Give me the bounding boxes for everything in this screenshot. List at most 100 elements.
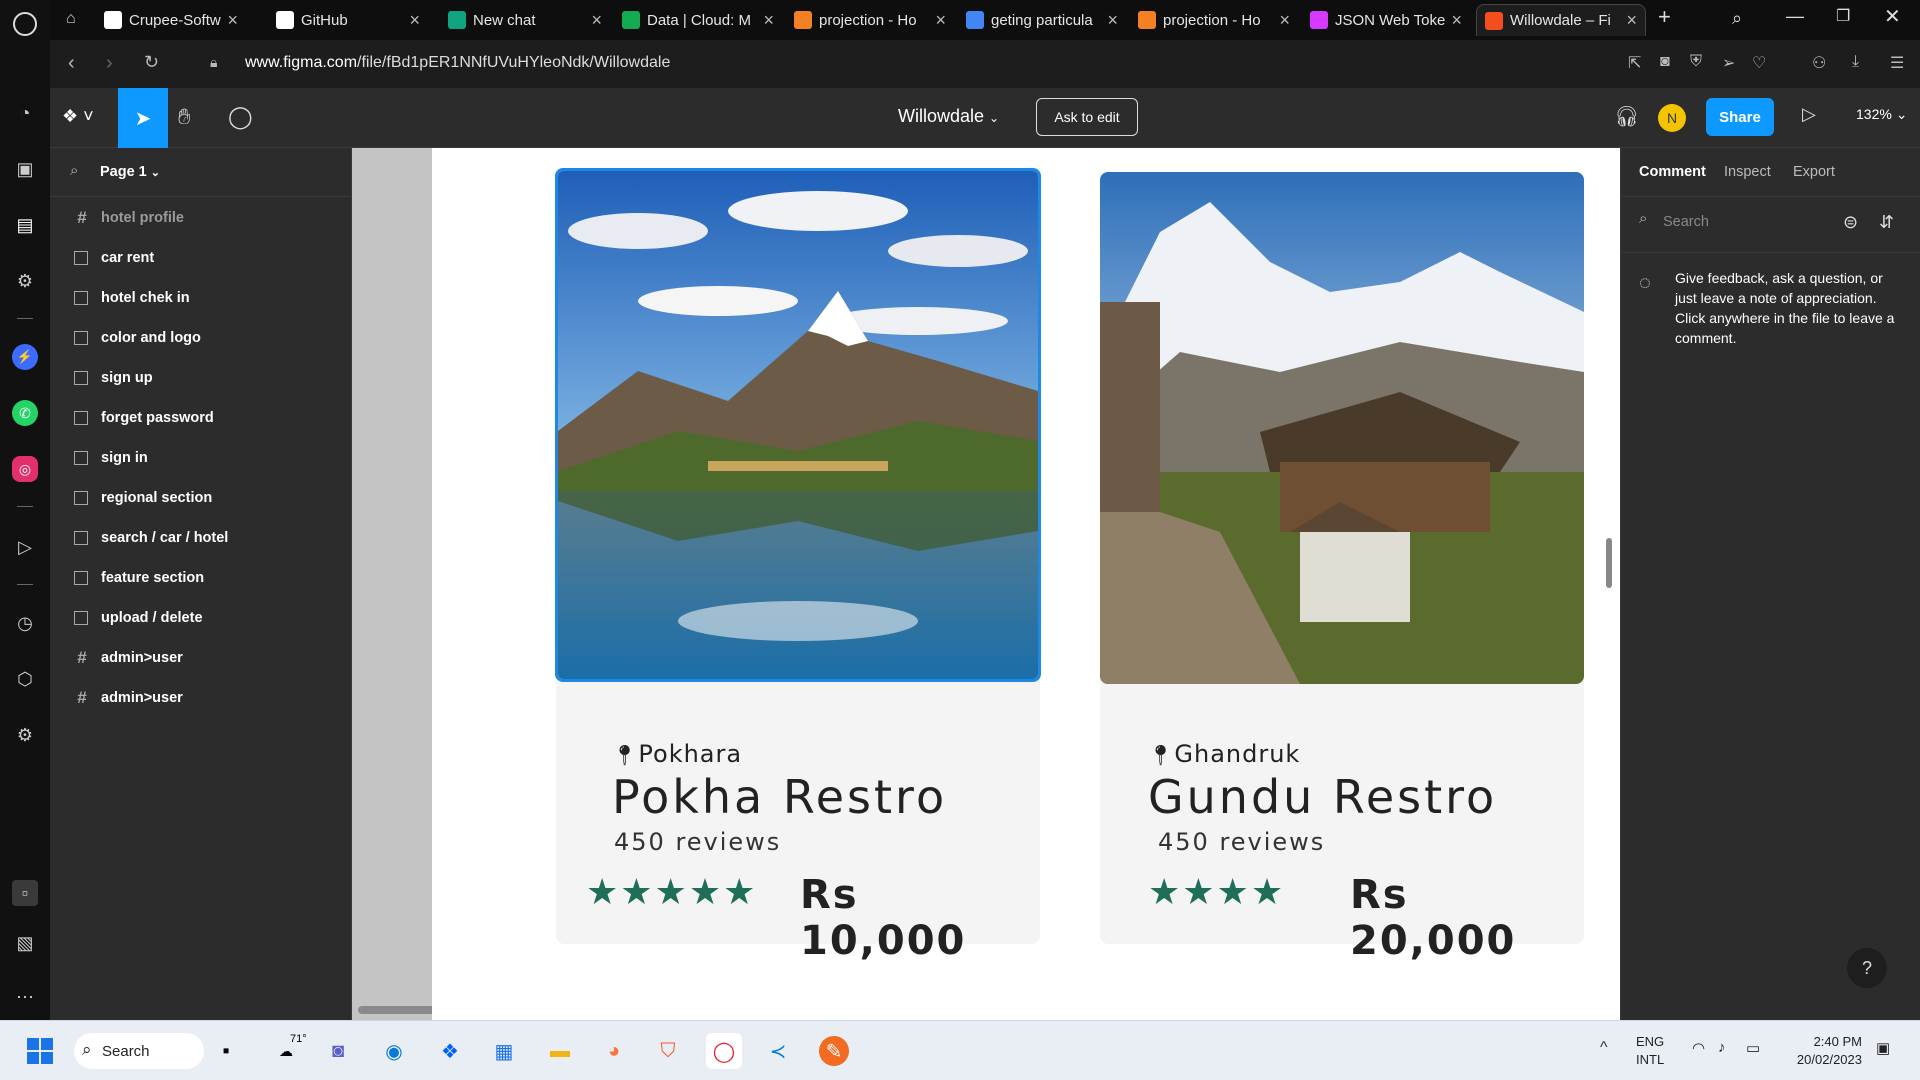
hotel-card-2[interactable]: 📍︎Ghandruk Gundu Restro 450 reviews ★★★★… bbox=[1100, 172, 1584, 964]
edge-icon[interactable]: ◉ bbox=[376, 1033, 412, 1069]
history-icon[interactable]: ◷ bbox=[12, 610, 38, 636]
comment-search-input[interactable]: Search bbox=[1663, 214, 1709, 230]
browser-tab[interactable]: projection - Ho × bbox=[1130, 4, 1298, 36]
tab-menu-icon[interactable]: ⌂ bbox=[66, 10, 76, 28]
wifi-icon[interactable]: ◠ bbox=[1692, 1039, 1705, 1057]
layer-item[interactable]: forget password bbox=[50, 398, 350, 438]
extensions-icon[interactable]: ⬡ bbox=[12, 666, 38, 692]
browser-tab[interactable]: geting particula × bbox=[958, 4, 1126, 36]
ask-to-edit-button[interactable]: Ask to edit bbox=[1036, 98, 1138, 136]
twitch-icon[interactable]: ▤ bbox=[12, 212, 38, 238]
figma-menu-icon[interactable]: ❖ ˅ bbox=[62, 106, 94, 127]
tab-close-icon[interactable]: × bbox=[1626, 10, 1637, 31]
browser-tab[interactable]: Data | Cloud: M × bbox=[614, 4, 782, 36]
avatar[interactable]: N bbox=[1658, 104, 1686, 132]
present-icon[interactable]: ▷ bbox=[1802, 104, 1816, 125]
tab-close-icon[interactable]: × bbox=[1451, 10, 1462, 31]
firefox-icon[interactable]: ◕ bbox=[596, 1033, 632, 1069]
settings-sliders-icon[interactable]: ⇵ bbox=[1879, 212, 1894, 233]
profile-icon[interactable]: ⚇ bbox=[1812, 53, 1826, 73]
pinned-app-icon[interactable]: ▫ bbox=[12, 880, 38, 906]
url-field[interactable]: www.figma.com/file/fBd1pER1NNfUVuHYleoNd… bbox=[245, 54, 670, 72]
comment-tool-icon[interactable]: ◯ bbox=[228, 104, 253, 130]
layer-item[interactable]: feature section bbox=[50, 558, 350, 598]
search-tabs-icon[interactable]: ⌕ bbox=[1732, 8, 1742, 29]
tab-comment[interactable]: Comment bbox=[1639, 164, 1706, 180]
reload-icon[interactable]: ↻ bbox=[144, 52, 159, 73]
layer-item[interactable]: sign in bbox=[50, 438, 350, 478]
language-indicator[interactable]: ENG INTL bbox=[1636, 1033, 1664, 1069]
store-icon[interactable]: ▦ bbox=[486, 1033, 522, 1069]
vertical-scrollbar[interactable] bbox=[1606, 538, 1612, 588]
share-button[interactable]: Share bbox=[1706, 98, 1774, 136]
settings-icon[interactable]: ⚙ bbox=[12, 722, 38, 748]
headphones-icon[interactable]: 🎧︎ bbox=[1614, 104, 1639, 129]
file-explorer-icon[interactable]: ▬ bbox=[542, 1033, 578, 1069]
tab-close-icon[interactable]: × bbox=[591, 10, 602, 31]
tab-close-icon[interactable]: × bbox=[935, 10, 946, 31]
canvas-background[interactable] bbox=[352, 148, 432, 1020]
tab-export[interactable]: Export bbox=[1793, 164, 1835, 180]
messenger-icon[interactable]: ⚡ bbox=[12, 344, 38, 370]
whatsapp-icon[interactable]: ✆ bbox=[12, 400, 38, 426]
page-selector[interactable]: Page 1 ⌄ bbox=[100, 164, 160, 180]
open-app-icon[interactable]: ⇱ bbox=[1628, 53, 1641, 73]
filter-icon[interactable]: ⊜ bbox=[1843, 212, 1858, 233]
browser-tab[interactable]: Willowdale – Fi × bbox=[1476, 4, 1646, 36]
ai-icon[interactable]: ⚙ bbox=[12, 268, 38, 294]
weather-widget[interactable]: ☁ 71° bbox=[268, 1033, 307, 1069]
layer-item[interactable]: color and logo bbox=[50, 318, 350, 358]
tab-close-icon[interactable]: × bbox=[763, 10, 774, 31]
design-canvas[interactable]: 📍︎Pokhara Pokha Restro 450 reviews ★★★★★… bbox=[432, 148, 1620, 1020]
task-view-icon[interactable]: ▪ bbox=[208, 1033, 244, 1069]
browser-tab[interactable]: JSON Web Toke × bbox=[1302, 4, 1470, 36]
camera-icon[interactable]: ◙ bbox=[1660, 53, 1670, 71]
move-tool-icon[interactable]: ➤ bbox=[118, 88, 168, 148]
workspace-icon[interactable]: ▣ bbox=[12, 156, 38, 182]
notification-icon[interactable]: ▣ bbox=[1876, 1039, 1890, 1057]
layer-item[interactable]: # admin>user bbox=[50, 678, 350, 718]
help-button[interactable]: ? bbox=[1847, 948, 1887, 988]
layer-item[interactable]: regional section bbox=[50, 478, 350, 518]
layer-item[interactable]: search / car / hotel bbox=[50, 518, 350, 558]
battery-icon[interactable]: ▭ bbox=[1746, 1039, 1760, 1057]
restore-icon[interactable]: ❐ bbox=[1836, 6, 1850, 26]
tab-close-icon[interactable]: × bbox=[409, 10, 420, 31]
browser-tab[interactable]: projection - Ho × bbox=[786, 4, 954, 36]
close-window-icon[interactable]: ✕ bbox=[1884, 4, 1901, 29]
minimize-icon[interactable]: — bbox=[1786, 6, 1804, 27]
clock[interactable]: 2:40 PM 20/02/2023 bbox=[1782, 1033, 1862, 1069]
horizontal-scrollbar[interactable] bbox=[358, 1006, 436, 1014]
browser-tab[interactable]: Crupee-Softwar × bbox=[96, 4, 246, 36]
new-tab-button[interactable]: + bbox=[1658, 4, 1671, 30]
tab-close-icon[interactable]: × bbox=[1279, 10, 1290, 31]
snapshot-icon[interactable]: ▧ bbox=[12, 930, 38, 956]
player-icon[interactable]: ▷ bbox=[12, 534, 38, 560]
speed-dial-icon[interactable]: ◔ bbox=[12, 100, 38, 126]
dropbox-icon[interactable]: ❖ bbox=[432, 1033, 468, 1069]
opera-logo-icon[interactable] bbox=[13, 12, 37, 36]
browser-tab[interactable]: New chat × bbox=[440, 4, 610, 36]
layer-item[interactable]: upload / delete bbox=[50, 598, 350, 638]
back-icon[interactable]: ‹ bbox=[68, 52, 75, 75]
teams-chat-icon[interactable]: ◙ bbox=[320, 1033, 356, 1069]
layer-item[interactable]: car rent bbox=[50, 238, 350, 278]
instagram-icon[interactable]: ◎ bbox=[12, 456, 38, 482]
layer-item[interactable]: # hotel profile bbox=[50, 198, 350, 238]
chevron-up-icon[interactable]: ^ bbox=[1600, 1039, 1608, 1057]
opera-icon[interactable]: ◯ bbox=[706, 1033, 742, 1069]
layer-item[interactable]: # admin>user bbox=[50, 638, 350, 678]
shield-icon[interactable]: ⛨ bbox=[1690, 53, 1702, 71]
ghandruk-village-photo[interactable] bbox=[1100, 172, 1584, 684]
file-name[interactable]: Willowdale ⌄ bbox=[898, 106, 999, 127]
taskbar-search[interactable]: ⌕ Search bbox=[74, 1033, 204, 1069]
send-icon[interactable]: ➢ bbox=[1722, 53, 1735, 73]
more-icon[interactable]: ⋯ bbox=[12, 984, 38, 1010]
tab-close-icon[interactable]: × bbox=[1107, 10, 1118, 31]
brave-icon[interactable]: ⛉ bbox=[650, 1033, 686, 1069]
pokhara-lake-photo[interactable] bbox=[555, 168, 1041, 682]
volume-icon[interactable]: ♪ bbox=[1718, 1039, 1726, 1056]
vscode-icon[interactable]: ≺ bbox=[760, 1033, 796, 1069]
hotel-card-1[interactable]: 📍︎Pokhara Pokha Restro 450 reviews ★★★★★… bbox=[555, 168, 1041, 964]
tab-close-icon[interactable]: × bbox=[227, 10, 238, 31]
